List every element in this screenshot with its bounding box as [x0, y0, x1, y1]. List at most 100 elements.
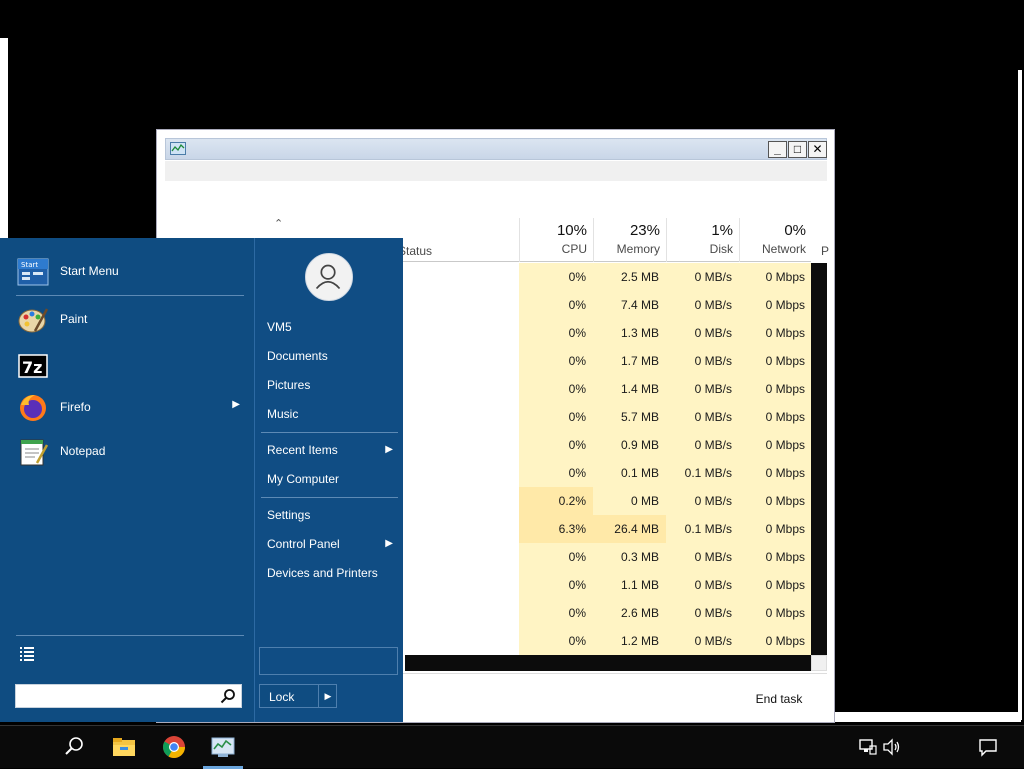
search-icon[interactable]: [220, 688, 236, 704]
cell-net: 0 Mbps: [739, 627, 812, 655]
places-item-settings[interactable]: Settings: [267, 504, 397, 526]
column-header-disk[interactable]: 1% Disk: [666, 218, 739, 262]
separator: [16, 635, 244, 636]
places-item-music[interactable]: Music: [267, 403, 397, 425]
taskbar: [0, 725, 1024, 769]
background-window-edge: [1018, 70, 1022, 720]
cell-cpu: 0%: [519, 403, 593, 431]
places-item-label: Pictures: [267, 378, 311, 392]
column-header-cpu[interactable]: 10% CPU: [519, 218, 593, 262]
paint-icon: [18, 308, 49, 333]
end-task-button[interactable]: End task: [741, 688, 817, 710]
desktop: _ □ ✕ ⌃ Status P 10% CPU 23% Memory 1% Disk 0%…: [0, 0, 1024, 725]
cell-mem: 1.3 MB: [593, 319, 666, 347]
cell-mem: 0.3 MB: [593, 543, 666, 571]
task-manager-icon[interactable]: [210, 734, 236, 760]
places-item-documents[interactable]: Documents: [267, 345, 397, 367]
cell-cpu: 0%: [519, 347, 593, 375]
maximize-button[interactable]: □: [788, 141, 807, 158]
cell-net: 0 Mbps: [739, 543, 812, 571]
cell-net: 0 Mbps: [739, 347, 812, 375]
cell-disk: 0 MB/s: [666, 543, 739, 571]
column-label: CPU: [561, 242, 587, 256]
submenu-arrow-icon: ▶: [385, 538, 393, 549]
program-notepad[interactable]: Notepad: [14, 434, 244, 470]
column-header-network[interactable]: 0% Network: [739, 218, 812, 262]
lock-button[interactable]: Lock ▶: [259, 684, 337, 708]
lock-label: Lock: [269, 690, 295, 704]
cell-mem: 7.4 MB: [593, 291, 666, 319]
cell-disk: 0 MB/s: [666, 431, 739, 459]
places-item-pictures[interactable]: Pictures: [267, 374, 397, 396]
program-paint[interactable]: Paint: [14, 302, 244, 338]
program-label: Firefo: [60, 400, 91, 414]
separator: [261, 432, 398, 433]
chrome-icon[interactable]: [161, 734, 187, 760]
cell-disk: 0.1 MB/s: [666, 515, 739, 543]
places-item-my-computer[interactable]: My Computer: [267, 468, 397, 490]
cell-cpu: 0%: [519, 291, 593, 319]
places-item-control-panel[interactable]: Control Panel ▶: [267, 533, 397, 555]
horizontal-scrollbar[interactable]: [405, 655, 811, 671]
column-usage-percent: 1%: [711, 222, 733, 239]
cell-net: 0 Mbps: [739, 263, 812, 291]
start-menu-icon: Start: [17, 258, 49, 286]
cell-disk: 0 MB/s: [666, 599, 739, 627]
column-usage-percent: 0%: [784, 222, 806, 239]
7zip-icon: 7z: [18, 354, 48, 378]
submenu-arrow-icon: ▶: [385, 444, 393, 455]
cell-disk: 0 MB/s: [666, 319, 739, 347]
search-input[interactable]: [15, 684, 242, 708]
start-menu[interactable]: Start Start Menu Paint 7z Firefo ▶ Notep…: [0, 238, 403, 722]
program-7zip[interactable]: 7z: [14, 348, 244, 384]
places-item-label: Documents: [267, 349, 328, 363]
cell-disk: 0.1 MB/s: [666, 459, 739, 487]
file-explorer-icon[interactable]: [111, 734, 137, 760]
program-start-menu[interactable]: Start Start Menu: [14, 254, 244, 290]
cell-cpu: 0%: [519, 543, 593, 571]
cell-mem: 1.7 MB: [593, 347, 666, 375]
volume-icon[interactable]: [881, 736, 903, 758]
network-icon[interactable]: [857, 736, 879, 758]
lock-options-arrow-icon[interactable]: ▶: [318, 685, 337, 707]
program-label: Notepad: [60, 444, 106, 458]
search-icon[interactable]: [61, 734, 87, 760]
cell-cpu: 0%: [519, 599, 593, 627]
7zip-text: 7z: [22, 358, 42, 377]
close-button[interactable]: ✕: [808, 141, 827, 158]
places-item-devices-and-printers[interactable]: Devices and Printers: [267, 562, 397, 584]
background-window-edge: [835, 712, 1021, 722]
column-header-memory[interactable]: 23% Memory: [593, 218, 666, 262]
places-item-label: Devices and Printers: [267, 566, 378, 580]
minimize-button[interactable]: _: [768, 141, 787, 158]
user-icon: [315, 264, 341, 290]
placeholder-box: [259, 647, 398, 675]
places-item-recent-items[interactable]: Recent Items ▶: [267, 439, 397, 461]
user-avatar[interactable]: [305, 253, 353, 301]
places-item-label: Recent Items: [267, 443, 338, 457]
separator: [16, 295, 244, 296]
start-menu-places: VM5 Documents Pictures Music Recent Items ▶ My…: [254, 238, 403, 722]
notification-icon[interactable]: [977, 736, 999, 758]
places-item-label: My Computer: [267, 472, 340, 486]
start-icon-text: Start: [21, 261, 38, 269]
cell-mem: 0 MB: [593, 487, 666, 515]
scrollbar-corner: [811, 655, 827, 671]
column-label: Network: [761, 242, 806, 256]
title-bar[interactable]: _ □ ✕: [165, 138, 827, 160]
cell-net: 0 Mbps: [739, 599, 812, 627]
power-column-header[interactable]: P: [821, 244, 829, 258]
cell-disk: 0 MB/s: [666, 263, 739, 291]
vertical-scrollbar[interactable]: [811, 263, 827, 655]
places-item-vm5[interactable]: VM5: [267, 316, 397, 338]
all-programs-icon[interactable]: [18, 644, 36, 662]
background-window-edge: [0, 38, 8, 242]
cell-mem: 5.7 MB: [593, 403, 666, 431]
cell-net: 0 Mbps: [739, 515, 812, 543]
column-label: Memory: [616, 242, 660, 256]
cell-disk: 0 MB/s: [666, 375, 739, 403]
cell-disk: 0 MB/s: [666, 291, 739, 319]
program-firefox[interactable]: Firefo ▶: [14, 390, 244, 426]
cell-cpu: 0%: [519, 459, 593, 487]
cell-net: 0 Mbps: [739, 459, 812, 487]
